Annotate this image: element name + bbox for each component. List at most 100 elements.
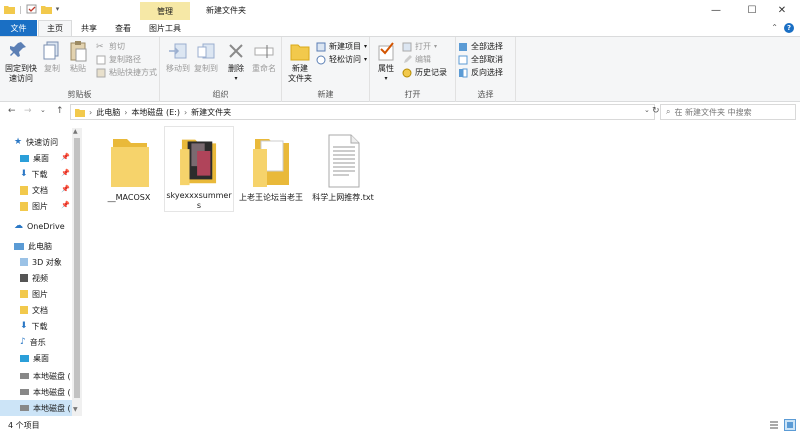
breadcrumb-separator[interactable]: › bbox=[184, 108, 187, 117]
paste-button[interactable]: 粘贴 bbox=[66, 40, 90, 74]
move-to-label: 移动到 bbox=[166, 64, 190, 73]
minimize-button[interactable]: — bbox=[698, 0, 734, 20]
address-bar[interactable]: › 此电脑 › 本地磁盘 (E:) › 新建文件夹 bbox=[70, 104, 655, 120]
back-arrow-icon[interactable]: ← bbox=[8, 106, 16, 116]
refresh-icon[interactable]: ↻ bbox=[652, 106, 660, 116]
quick-access-toolbar: | ▾ bbox=[4, 4, 59, 14]
nav-item-label: 本地磁盘 ( bbox=[33, 403, 71, 413]
help-icon[interactable]: ? bbox=[784, 23, 794, 33]
pin-quick-access-label: 固定到快 速访问 bbox=[5, 64, 37, 83]
invert-selection-button[interactable]: 反向选择 bbox=[458, 67, 503, 78]
nav-item-label: 下载 bbox=[31, 169, 48, 179]
search-box[interactable]: ⌕ 在 新建文件夹 中搜索 bbox=[660, 104, 796, 120]
group-clipboard: 固定到快 速访问 复制 粘贴 ✂ 剪切 复制路径 粘贴快捷方式 剪贴板 bbox=[0, 37, 160, 102]
copy-to-label: 复制到 bbox=[194, 64, 218, 73]
select-all-button[interactable]: 全部选择 bbox=[458, 41, 503, 52]
nav-quick-access-label: 快速访问 bbox=[26, 137, 59, 147]
properties-icon bbox=[378, 42, 394, 61]
open-dropdown-icon: ▾ bbox=[434, 43, 438, 50]
copy-icon bbox=[43, 41, 59, 60]
breadcrumb-this-pc[interactable]: 此电脑 bbox=[96, 107, 120, 118]
group-new: 新建 文件夹 新建项目 ▾ 轻松访问 ▾ 新建 bbox=[282, 37, 370, 102]
easy-access-dropdown-icon: ▾ bbox=[364, 56, 368, 63]
history-icon bbox=[402, 68, 412, 77]
copy-path-button[interactable]: 复制路径 bbox=[96, 54, 141, 65]
new-item-label: 新建项目 bbox=[329, 42, 361, 51]
copy-path-label: 复制路径 bbox=[109, 55, 141, 64]
paste-shortcut-button[interactable]: 粘贴快捷方式 bbox=[96, 67, 157, 78]
pin-icon[interactable]: 📌 bbox=[61, 153, 70, 161]
paste-shortcut-icon bbox=[96, 68, 106, 77]
tab-share[interactable]: 共享 bbox=[72, 20, 106, 36]
search-icon: ⌕ bbox=[666, 107, 671, 116]
breadcrumb-separator[interactable]: › bbox=[124, 108, 127, 117]
open-button[interactable]: 打开 ▾ bbox=[402, 41, 437, 52]
nav-item-label: 桌面 bbox=[33, 153, 49, 163]
new-folder-icon[interactable] bbox=[40, 4, 52, 14]
rename-button[interactable]: 重命名 bbox=[250, 40, 278, 74]
toolbar-divider: | bbox=[19, 4, 22, 14]
easy-access-button[interactable]: 轻松访问 ▾ bbox=[316, 54, 367, 65]
tab-file[interactable]: 文件 bbox=[0, 20, 37, 36]
address-dropdown-icon[interactable]: ⌄ bbox=[644, 106, 650, 114]
copy-button[interactable]: 复制 bbox=[40, 40, 64, 74]
new-folder-button[interactable]: 新建 文件夹 bbox=[286, 40, 314, 84]
edit-button[interactable]: 编辑 bbox=[402, 54, 431, 65]
cut-button[interactable]: ✂ 剪切 bbox=[96, 41, 125, 52]
up-arrow-icon[interactable]: ↑ bbox=[56, 106, 64, 116]
properties-check-icon[interactable] bbox=[26, 4, 37, 14]
item-count: 4 个项目 bbox=[8, 421, 40, 430]
copy-to-button[interactable]: 复制到 bbox=[192, 40, 220, 74]
nav-onedrive-label: OneDrive bbox=[27, 221, 65, 231]
large-icons-view-icon[interactable] bbox=[784, 419, 796, 431]
nav-item-label: 视频 bbox=[32, 273, 48, 283]
select-none-button[interactable]: 全部取消 bbox=[458, 54, 503, 65]
open-label: 打开 bbox=[415, 42, 431, 51]
properties-button[interactable]: 属性 ▾ bbox=[374, 40, 398, 84]
tab-home[interactable]: 主页 bbox=[38, 20, 72, 36]
move-to-button[interactable]: 移动到 bbox=[164, 40, 192, 74]
tab-view[interactable]: 查看 bbox=[106, 20, 140, 36]
recent-locations-icon[interactable]: ⌄ bbox=[40, 106, 46, 114]
breadcrumb-drive-e[interactable]: 本地磁盘 (E:) bbox=[131, 107, 180, 118]
3d-objects-icon bbox=[20, 258, 28, 266]
breadcrumb-current-folder[interactable]: 新建文件夹 bbox=[191, 107, 231, 118]
forward-arrow-icon[interactable]: → bbox=[24, 106, 32, 116]
file-item[interactable]: 上老王论坛当老王 bbox=[236, 126, 306, 212]
pin-icon[interactable]: 📌 bbox=[61, 169, 70, 177]
delete-dropdown-icon[interactable]: ▾ bbox=[234, 74, 237, 84]
new-item-button[interactable]: 新建项目 ▾ bbox=[316, 41, 367, 52]
scroll-down-icon[interactable]: ▼ bbox=[73, 406, 78, 413]
tab-manage[interactable]: 管理 bbox=[140, 2, 190, 20]
file-item[interactable]: skyexxxsummers bbox=[164, 126, 234, 212]
nav-item-label: 本地磁盘 ( bbox=[33, 387, 71, 397]
nav-item-drive-selected[interactable]: 本地磁盘 ( bbox=[0, 400, 72, 416]
delete-button[interactable]: 删除 ▾ bbox=[224, 40, 248, 84]
ribbon: 固定到快 速访问 复制 粘贴 ✂ 剪切 复制路径 粘贴快捷方式 剪贴板 移动到 bbox=[0, 36, 800, 102]
tab-picture-tools[interactable]: 图片工具 bbox=[140, 20, 190, 36]
pin-icon[interactable]: 📌 bbox=[61, 201, 70, 209]
copy-label: 复制 bbox=[44, 64, 60, 73]
clipboard-group-label: 剪贴板 bbox=[67, 90, 92, 99]
file-item[interactable]: __MACOSX bbox=[94, 126, 164, 212]
close-button[interactable]: ✕ bbox=[764, 0, 800, 20]
folder-icon bbox=[4, 6, 15, 14]
pin-icon[interactable]: 📌 bbox=[61, 185, 70, 193]
nav-item-label: 图片 bbox=[32, 289, 48, 299]
new-folder-large-icon bbox=[290, 44, 310, 61]
scroll-thumb[interactable] bbox=[74, 138, 80, 398]
documents-icon bbox=[20, 306, 28, 314]
qat-dropdown-icon[interactable]: ▾ bbox=[56, 5, 60, 13]
file-item[interactable]: 科学上网推荐.txt bbox=[308, 126, 378, 212]
select-all-label: 全部选择 bbox=[471, 42, 503, 51]
collapse-ribbon-icon[interactable]: ⌃ bbox=[771, 23, 778, 32]
history-button[interactable]: 历史记录 bbox=[402, 67, 447, 78]
properties-dropdown-icon[interactable]: ▾ bbox=[384, 74, 387, 84]
nav-item-label: 桌面 bbox=[33, 353, 49, 363]
details-view-icon[interactable] bbox=[768, 419, 780, 431]
pin-quick-access-button[interactable]: 固定到快 速访问 bbox=[4, 40, 38, 84]
breadcrumb-separator[interactable]: › bbox=[89, 108, 92, 117]
nav-scrollbar[interactable]: ▲ ▼ bbox=[72, 128, 82, 416]
scroll-up-icon[interactable]: ▲ bbox=[73, 128, 78, 135]
easy-access-icon bbox=[316, 55, 326, 64]
